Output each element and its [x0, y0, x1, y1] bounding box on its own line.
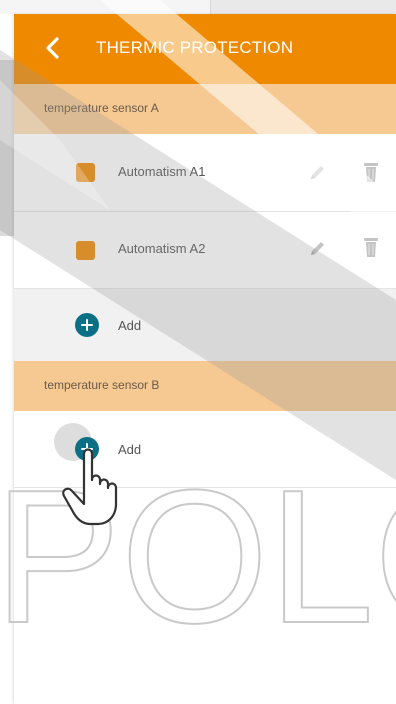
- add-button[interactable]: [75, 437, 99, 461]
- page-title: THERMIC PROTECTION: [96, 38, 294, 57]
- section-title: temperature sensor B: [44, 378, 160, 392]
- app-screen: THERMIC PROTECTION temperature sensor A …: [14, 14, 396, 704]
- background-card: [0, 0, 211, 14]
- background-side-card: [0, 60, 14, 236]
- automatism-row-a2[interactable]: Automatism A2: [14, 212, 396, 289]
- pencil-icon[interactable]: [306, 238, 328, 260]
- add-button[interactable]: [75, 313, 99, 337]
- section-title: temperature sensor A: [44, 101, 159, 115]
- add-label: Add: [118, 318, 142, 333]
- app-header: THERMIC PROTECTION: [14, 14, 396, 84]
- background-window: [0, 0, 396, 14]
- section-header-sensor-b: temperature sensor B: [14, 361, 396, 411]
- pencil-icon[interactable]: [306, 162, 328, 184]
- trash-icon[interactable]: [360, 236, 382, 258]
- automatism-icon: [76, 241, 95, 260]
- plus-icon: [81, 443, 93, 455]
- plus-icon: [81, 319, 93, 331]
- add-label: Add: [118, 442, 142, 457]
- automatism-row-a1[interactable]: Automatism A1: [14, 134, 396, 212]
- add-row-sensor-a[interactable]: Add: [14, 289, 396, 362]
- chevron-left-icon[interactable]: [40, 35, 66, 61]
- automatism-label: Automatism A1: [118, 164, 206, 179]
- trash-icon[interactable]: [360, 161, 382, 183]
- automatism-icon: [76, 163, 95, 182]
- automatism-label: Automatism A2: [118, 241, 206, 256]
- section-header-sensor-a: temperature sensor A: [14, 84, 396, 134]
